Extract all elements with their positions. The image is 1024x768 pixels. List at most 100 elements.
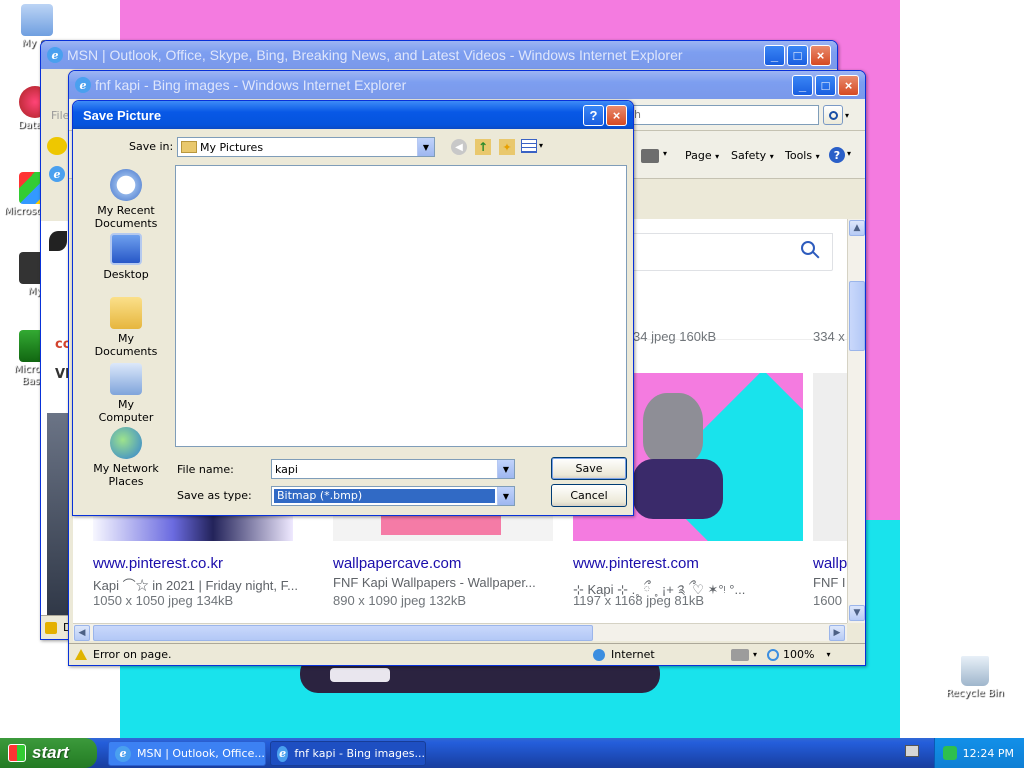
desktop-icon-recycle-bin[interactable]: Recycle Bin (940, 656, 1010, 700)
recent-documents-icon (110, 169, 142, 201)
taskbar-item-label: fnf kapi - Bing images... (294, 747, 425, 760)
up-folder-icon[interactable]: ↑ (475, 139, 491, 155)
zoom-level[interactable]: 100% (783, 648, 814, 661)
print-icon[interactable] (641, 149, 659, 163)
result-source[interactable]: www.pinterest.co.kr (93, 555, 323, 572)
scroll-right-chevron-icon[interactable]: ▶ (829, 625, 845, 641)
result-thumbnail[interactable] (813, 373, 847, 541)
places-my-network-places[interactable]: My Network Places (91, 427, 161, 488)
taskbar-item-label: MSN | Outlook, Office... (137, 747, 265, 760)
my-computer-icon (110, 363, 142, 395)
result-snippet: 334 x (813, 329, 845, 344)
result-source[interactable]: wallp (813, 555, 847, 572)
result-meta: 1197 x 1168 jpeg 81kB (573, 593, 705, 608)
places-my-documents[interactable]: My Documents (91, 297, 161, 358)
search-input[interactable]: h (629, 105, 819, 125)
places-my-recent-documents[interactable]: My Recent Documents (91, 169, 161, 230)
desktop-icon (110, 233, 142, 265)
result-source[interactable]: wallpapercave.com (333, 555, 563, 572)
ie-titlebar[interactable]: e fnf kapi - Bing images - Windows Inter… (69, 71, 865, 99)
zoom-icon[interactable] (767, 648, 780, 661)
places-desktop[interactable]: Desktop (91, 233, 161, 281)
dialog-body: Save in: My Pictures ▼ ◀ ↑ ✦ ▾ My Recent… (73, 129, 633, 515)
chevron-down-icon[interactable]: ▼ (497, 487, 514, 505)
file-name-input[interactable]: kapi ▼ (271, 459, 515, 479)
desktop-icon-label: Recycle Bin (946, 688, 1004, 699)
keyboard-icon[interactable] (905, 745, 919, 757)
safety-menu-label: Safety (731, 149, 767, 162)
save-in-dropdown[interactable]: My Pictures ▼ (177, 137, 435, 157)
dialog-titlebar[interactable]: Save Picture ? × (73, 101, 633, 129)
ie-icon: e (75, 77, 91, 93)
view-menu-icon[interactable] (521, 139, 537, 153)
start-button[interactable]: start (0, 738, 97, 768)
protected-mode-chevron-icon[interactable]: ▾ (753, 650, 757, 659)
safety-menu[interactable]: Safety ▾ (731, 149, 774, 162)
wallpaper-character-detail (330, 668, 390, 682)
vertical-scrollbar[interactable]: ▲ ▼ (847, 219, 865, 623)
back-arrow-icon[interactable]: ◀ (451, 139, 467, 155)
search-options-chevron-icon[interactable]: ▾ (845, 105, 857, 125)
msn-titlebar[interactable]: e MSN | Outlook, Office, Skype, Bing, Br… (41, 41, 837, 69)
ie-tab-icon[interactable]: e (49, 166, 69, 186)
warning-icon[interactable] (75, 649, 87, 660)
internet-zone-globe-icon (593, 648, 605, 661)
scroll-left-chevron-icon[interactable]: ◀ (74, 625, 90, 641)
zoom-chevron-icon[interactable]: ▾ (826, 650, 830, 659)
page-menu[interactable]: Page ▾ (685, 149, 719, 162)
horizontal-scroll-thumb[interactable] (93, 625, 593, 641)
close-button[interactable]: × (606, 104, 627, 126)
taskbar-item-msn[interactable]: e MSN | Outlook, Office... (108, 741, 266, 766)
save-button[interactable]: Save (551, 457, 627, 480)
print-chevron-icon[interactable]: ▾ (663, 149, 667, 158)
page-menu-label: Page (685, 149, 712, 162)
result-title[interactable]: FNF I (813, 575, 847, 590)
favorites-star-icon[interactable] (47, 137, 67, 155)
horizontal-scrollbar[interactable]: ◀ ▶ (73, 623, 847, 641)
close-button[interactable]: × (838, 74, 859, 96)
ie-title: fnf kapi - Bing images - Windows Interne… (95, 77, 407, 93)
scroll-up-chevron-icon[interactable]: ▲ (849, 220, 865, 236)
status-text[interactable]: Error on page. (93, 648, 443, 661)
file-list[interactable] (175, 165, 627, 447)
help-chevron-icon[interactable]: ▾ (847, 149, 851, 158)
help-button[interactable]: ? (583, 104, 604, 126)
new-folder-icon[interactable]: ✦ (499, 139, 515, 155)
places-my-computer[interactable]: My Computer (91, 363, 161, 424)
search-button[interactable] (823, 105, 843, 125)
chevron-down-icon[interactable]: ▼ (497, 460, 514, 478)
chevron-down-icon[interactable]: ▼ (417, 138, 434, 156)
tools-menu-label: Tools (785, 149, 813, 162)
folder-icon (181, 141, 197, 153)
recycle-bin-icon (961, 656, 989, 686)
scroll-down-chevron-icon[interactable]: ▼ (849, 605, 865, 621)
help-icon[interactable]: ? (829, 147, 845, 163)
tools-menu[interactable]: Tools ▾ (785, 149, 820, 162)
save-in-label: Save in: (129, 140, 174, 153)
maximize-button[interactable]: □ (787, 44, 808, 66)
file-name-value[interactable]: kapi (272, 463, 497, 476)
result-title[interactable]: Kapi ⌒☆ in 2021 | Friday night, F... (93, 575, 323, 594)
taskbar-item-bing[interactable]: e fnf kapi - Bing images... (270, 741, 426, 766)
save-as-type-dropdown[interactable]: Bitmap (*.bmp) ▼ (271, 486, 515, 506)
view-menu-chevron-icon[interactable]: ▾ (539, 141, 543, 150)
protected-mode-icon[interactable] (731, 648, 749, 661)
result-meta: 1600 (813, 593, 842, 608)
result-snippet: 34 jpeg 160kB (633, 329, 717, 344)
vertical-scroll-thumb[interactable] (849, 281, 865, 351)
result-meta: 890 x 1090 jpeg 132kB (333, 593, 466, 608)
clock[interactable]: 12:24 PM (963, 747, 1014, 760)
save-as-type-value: Bitmap (*.bmp) (274, 489, 495, 503)
minimize-button[interactable]: _ (792, 74, 813, 96)
network-tray-icon[interactable] (943, 746, 957, 760)
minimize-button[interactable]: _ (764, 44, 785, 66)
cancel-button[interactable]: Cancel (551, 484, 627, 507)
ie-icon: e (115, 745, 131, 762)
bing-search-icon[interactable] (801, 241, 823, 263)
close-button[interactable]: × (810, 44, 831, 66)
maximize-button[interactable]: □ (815, 74, 836, 96)
save-picture-dialog[interactable]: Save Picture ? × Save in: My Pictures ▼ … (72, 100, 634, 516)
msn-menu-file[interactable]: File (51, 109, 69, 122)
result-title[interactable]: FNF Kapi Wallpapers - Wallpaper... (333, 575, 563, 590)
result-source[interactable]: www.pinterest.com (573, 555, 803, 572)
